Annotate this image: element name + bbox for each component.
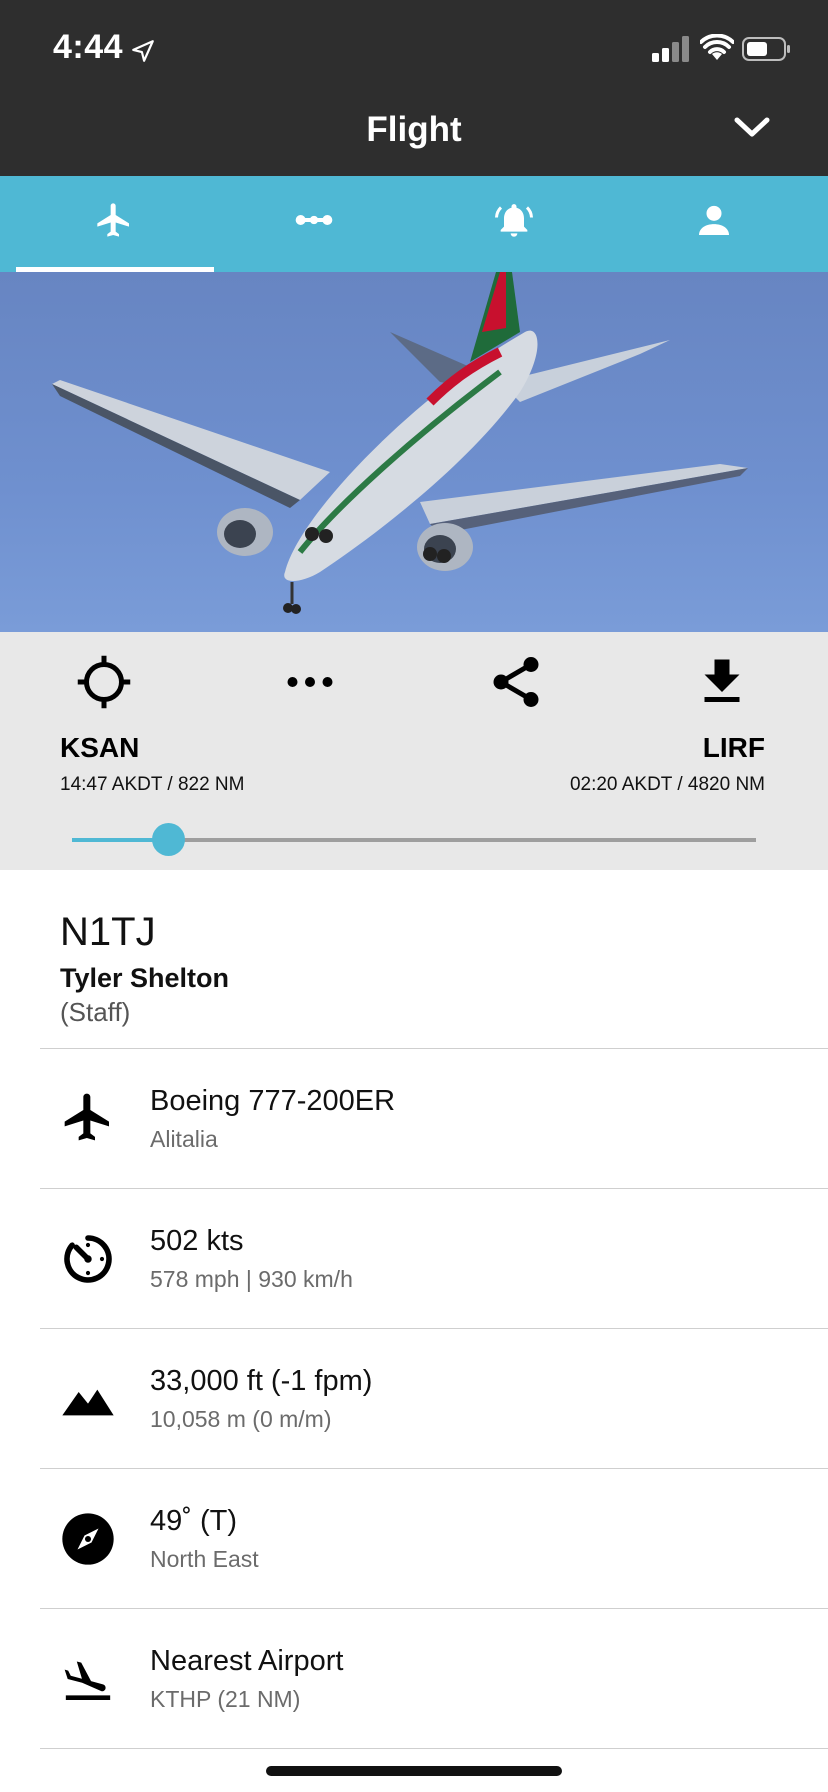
wifi-icon bbox=[700, 34, 734, 60]
alert-bell-icon bbox=[495, 204, 533, 237]
detail-row-speed: 502 kts 578 mph | 930 km/h bbox=[0, 1189, 828, 1329]
download-icon bbox=[704, 659, 740, 702]
status-time: 4:44 bbox=[53, 28, 124, 66]
more-icon bbox=[287, 677, 333, 687]
person-icon bbox=[699, 205, 729, 235]
destination-info: 02:20 AKDT / 4820 NM bbox=[569, 774, 765, 795]
detail-row-heading: 49˚ (T) North East bbox=[0, 1469, 828, 1609]
progress-knob[interactable] bbox=[151, 823, 185, 856]
tab-flight[interactable] bbox=[14, 176, 214, 272]
landing-icon bbox=[64, 1661, 111, 1700]
speed-other-units: 578 mph | 930 km/h bbox=[150, 1266, 353, 1292]
airplane-icon bbox=[64, 1093, 109, 1141]
cellular-signal-icon bbox=[652, 36, 689, 62]
more-button[interactable] bbox=[280, 652, 340, 712]
detail-row-aircraft: Boeing 777-200ER Alitalia bbox=[0, 1049, 828, 1189]
route-icon bbox=[295, 215, 333, 225]
detail-row-nearest-airport[interactable]: Nearest Airport KTHP (21 NM) bbox=[0, 1609, 828, 1749]
tab-profile[interactable] bbox=[614, 176, 814, 272]
share-icon bbox=[493, 657, 539, 707]
locate-button[interactable] bbox=[74, 652, 134, 712]
home-indicator bbox=[266, 1766, 562, 1776]
destination-code: LIRF bbox=[702, 732, 765, 763]
altitude-feet: 33,000 ft (-1 fpm) bbox=[150, 1365, 373, 1397]
battery-icon bbox=[742, 37, 790, 61]
page-title: Flight bbox=[366, 110, 462, 149]
mountain-icon bbox=[62, 1389, 114, 1416]
locate-icon bbox=[77, 655, 131, 709]
origin-code: KSAN bbox=[60, 732, 140, 763]
pilot-role: (Staff) bbox=[60, 997, 131, 1027]
tab-alerts[interactable] bbox=[414, 176, 614, 272]
divider bbox=[40, 1748, 828, 1749]
route-panel: KSAN 14:47 AKDT / 822 NM LIRF 02:20 AKDT… bbox=[0, 632, 828, 870]
location-arrow-icon bbox=[132, 40, 154, 62]
tab-bar bbox=[0, 176, 828, 272]
heading-direction: North East bbox=[150, 1546, 259, 1572]
share-button[interactable] bbox=[486, 652, 546, 712]
download-button[interactable] bbox=[692, 652, 752, 712]
chevron-down-icon[interactable] bbox=[732, 112, 772, 142]
detail-row-altitude: 33,000 ft (-1 fpm) 10,058 m (0 m/m) bbox=[0, 1329, 828, 1469]
pilot-name: Tyler Shelton bbox=[60, 963, 230, 993]
speed-knots: 502 kts bbox=[150, 1225, 244, 1257]
altitude-meters: 10,058 m (0 m/m) bbox=[150, 1406, 332, 1432]
airplane-icon bbox=[97, 203, 129, 237]
flight-ident: N1TJ bbox=[60, 910, 156, 954]
speed-icon bbox=[64, 1235, 112, 1283]
tab-route[interactable] bbox=[214, 176, 414, 272]
nearest-airport-value: KTHP (21 NM) bbox=[150, 1686, 301, 1712]
top-bar: 4:44 Flight bbox=[0, 0, 828, 176]
nearest-airport-label: Nearest Airport bbox=[150, 1645, 344, 1677]
heading-degrees: 49˚ (T) bbox=[150, 1505, 237, 1537]
aircraft-illustration bbox=[52, 272, 748, 614]
aircraft-photo bbox=[0, 272, 828, 632]
airline: Alitalia bbox=[150, 1126, 218, 1152]
compass-icon bbox=[62, 1513, 114, 1565]
origin-info: 14:47 AKDT / 822 NM bbox=[60, 774, 245, 795]
aircraft-type: Boeing 777-200ER bbox=[150, 1085, 396, 1117]
